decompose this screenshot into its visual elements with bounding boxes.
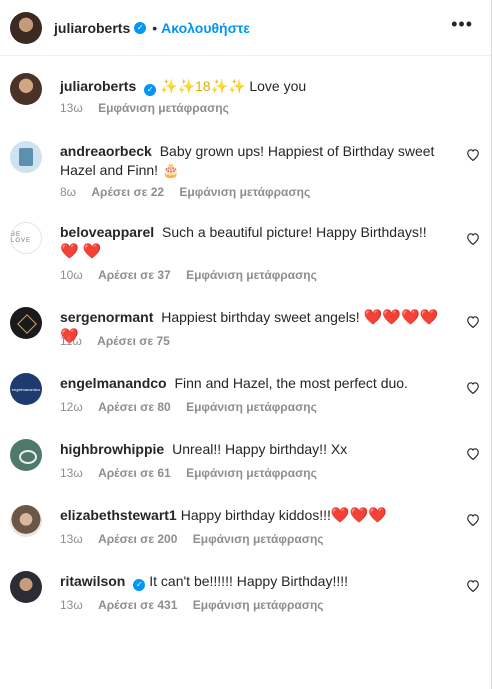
list-item: ritawilson ✓ It can't be!!!!!! Happy Birt… xyxy=(10,571,480,615)
comment-time: 8ω xyxy=(60,185,77,199)
comment-username[interactable]: engelmanandco xyxy=(60,375,167,391)
comment-username[interactable]: andreaorbeck xyxy=(60,143,152,159)
comment-text: Happy birthday kiddos!!! xyxy=(180,507,331,523)
more-options-icon[interactable]: ••• xyxy=(451,14,473,35)
comment-text: Happiest birthday sweet angels! xyxy=(161,309,360,325)
comment-text: It can't be!!!!!! Happy Birthday!!!! xyxy=(149,573,349,589)
comment-time: 12ω xyxy=(60,400,83,414)
likes-count[interactable]: Αρέσει σε 75 xyxy=(97,334,170,348)
avatar[interactable]: BE LOVE xyxy=(10,222,42,254)
avatar[interactable] xyxy=(10,571,42,603)
avatar[interactable] xyxy=(10,11,42,44)
sparkles-emoji: ✨✨18✨✨ xyxy=(160,78,246,94)
separator-dot: • xyxy=(152,19,158,36)
like-heart-icon[interactable] xyxy=(466,232,480,245)
post-header: juliaroberts ✓ • Ακολουθήστε ••• xyxy=(0,0,491,56)
avatar-logo-text: engelmanandco xyxy=(11,386,41,392)
list-item: BE LOVE beloveapparel Such a beautiful p… xyxy=(10,222,480,282)
list-item: elizabethstewart1 Happy birthday kiddos!!… xyxy=(10,505,480,549)
likes-count[interactable]: Αρέσει σε 200 xyxy=(98,532,177,546)
translate-link[interactable]: Εμφάνιση μετάφρασης xyxy=(193,598,324,612)
likes-count[interactable]: Αρέσει σε 37 xyxy=(98,268,171,282)
comment-time: 10ω xyxy=(60,268,83,282)
avatar[interactable]: engelmanandco xyxy=(10,373,42,405)
caption-text: Love you xyxy=(249,78,307,94)
caption-username[interactable]: juliaroberts xyxy=(60,78,136,94)
comment-time: 13ω xyxy=(60,466,83,480)
verified-badge-icon: ✓ xyxy=(134,21,147,34)
likes-count[interactable]: Αρέσει σε 431 xyxy=(98,598,177,612)
avatar[interactable] xyxy=(10,505,42,537)
comment-text: Finn and Hazel, the most perfect duo. xyxy=(174,375,408,391)
caption-time: 13ω xyxy=(60,101,83,115)
comment-text: Unreal!! Happy birthday!! Xx xyxy=(172,441,348,457)
translate-link[interactable]: Εμφάνιση μετάφρασης xyxy=(193,532,324,546)
list-item: engelmanandco engelmanandco Finn and Haz… xyxy=(10,373,480,417)
translate-link[interactable]: Εμφάνιση μετάφρασης xyxy=(186,268,317,282)
avatar-logo-text: BE LOVE xyxy=(11,232,32,244)
comment-username[interactable]: beloveapparel xyxy=(60,224,154,240)
comment-username[interactable]: ritawilson xyxy=(60,573,125,589)
comment-time: 13ω xyxy=(60,532,83,546)
cake-emoji: 🎂 xyxy=(161,162,180,178)
like-heart-icon[interactable] xyxy=(466,579,480,592)
heart-emoji: ❤️ ❤️ xyxy=(60,243,102,260)
list-item: sergenormant Happiest birthday sweet ang… xyxy=(10,307,480,351)
likes-count[interactable]: Αρέσει σε 61 xyxy=(98,466,171,480)
translate-link[interactable]: Εμφάνιση μετάφρασης xyxy=(186,466,317,480)
heart-emoji: ❤️❤️❤️ xyxy=(330,507,387,524)
translate-link[interactable]: Εμφάνιση μετάφρασης xyxy=(179,185,310,199)
avatar[interactable] xyxy=(10,141,42,173)
list-item: highbrowhippie Unreal!! Happy birthday!!… xyxy=(10,439,480,483)
comment-text: Such a beautiful picture! Happy Birthday… xyxy=(162,224,427,240)
like-heart-icon[interactable] xyxy=(466,148,480,161)
comment-username[interactable]: highbrowhippie xyxy=(60,441,164,457)
list-item: andreaorbeck Baby grown ups! Happiest of… xyxy=(10,141,480,199)
likes-count[interactable]: Αρέσει σε 22 xyxy=(91,185,164,199)
avatar[interactable] xyxy=(10,307,42,339)
comment-username[interactable]: sergenormant xyxy=(60,309,153,325)
translate-link[interactable]: Εμφάνιση μετάφρασης xyxy=(98,101,229,115)
comment-time: 11ω xyxy=(60,334,82,348)
avatar[interactable] xyxy=(10,439,42,471)
verified-badge-icon: ✓ xyxy=(133,579,146,591)
avatar[interactable] xyxy=(10,73,42,105)
caption: juliaroberts ✓ ✨✨18✨✨ Love you 13ω Εμφάνι… xyxy=(10,73,480,119)
comment-username[interactable]: elizabethstewart1 xyxy=(60,507,177,523)
likes-count[interactable]: Αρέσει σε 80 xyxy=(98,400,171,414)
like-heart-icon[interactable] xyxy=(466,381,480,394)
like-heart-icon[interactable] xyxy=(466,513,480,526)
like-heart-icon[interactable] xyxy=(466,447,480,460)
follow-button[interactable]: Ακολουθήστε xyxy=(161,20,250,36)
like-heart-icon[interactable] xyxy=(466,315,480,328)
verified-badge-icon: ✓ xyxy=(144,84,157,96)
header-username[interactable]: juliaroberts xyxy=(54,20,130,36)
translate-link[interactable]: Εμφάνιση μετάφρασης xyxy=(186,400,317,414)
comment-time: 13ω xyxy=(60,598,83,612)
